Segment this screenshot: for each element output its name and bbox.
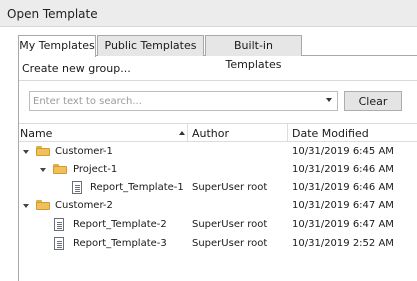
tree-row-report-template-3[interactable]: Report_Template-3 SuperUser root 10/31/2… [19,235,417,253]
row-date: 10/31/2019 2:52 AM [292,238,394,249]
sort-ascending-icon [179,131,185,135]
tree-row-report-template-2[interactable]: Report_Template-2 SuperUser root 10/31/2… [19,216,417,234]
row-date: 10/31/2019 6:45 AM [292,146,394,157]
row-date: 10/31/2019 6:47 AM [292,200,394,211]
row-name: Report_Template-2 [73,219,167,230]
expand-chevron-icon[interactable] [40,168,46,172]
title-bar: Open Template [0,0,417,27]
row-author: SuperUser root [192,219,268,230]
column-divider[interactable] [187,124,188,142]
tab-built-in-templates[interactable]: Built-in Templates [205,35,302,71]
column-name[interactable]: Name [20,127,52,140]
row-name: Report_Template-1 [90,182,184,193]
template-document-icon [54,237,64,250]
window-title: Open Template [7,7,98,21]
folder-icon [36,146,50,156]
column-author[interactable]: Author [192,127,229,140]
row-name: Project-1 [73,164,118,175]
template-document-icon [72,181,82,194]
column-date-modified[interactable]: Date Modified [292,127,369,140]
search-dropdown-icon[interactable] [326,98,332,102]
expand-chevron-icon[interactable] [23,204,29,208]
row-name: Customer-1 [55,146,113,157]
row-author: SuperUser root [192,182,268,193]
row-author: SuperUser root [192,238,268,249]
row-date: 10/31/2019 6:46 AM [292,164,394,175]
row-name: Customer-2 [55,200,113,211]
tree-row-customer-2[interactable]: Customer-2 10/31/2019 6:47 AM [19,197,417,215]
column-header: Name Author Date Modified [19,123,417,142]
tab-my-templates[interactable]: My Templates [18,35,96,57]
tree-row-report-template-1[interactable]: Report_Template-1 SuperUser root 10/31/2… [19,179,417,197]
tab-public-templates[interactable]: Public Templates [97,35,204,56]
column-divider[interactable] [287,124,288,142]
row-date: 10/31/2019 6:47 AM [292,219,394,230]
expand-chevron-icon[interactable] [23,150,29,154]
template-document-icon [54,218,64,231]
tree-row-project-1[interactable]: Project-1 10/31/2019 6:46 AM [19,161,417,179]
row-date: 10/31/2019 6:46 AM [292,182,394,193]
row-name: Report_Template-3 [73,238,167,249]
divider [19,80,417,81]
tree-row-customer-1[interactable]: Customer-1 10/31/2019 6:45 AM [19,143,417,161]
clear-button[interactable]: Clear [344,91,402,111]
folder-icon [36,200,50,210]
create-new-group-link[interactable]: Create new group... [22,62,131,75]
folder-icon [53,164,67,174]
search-input[interactable] [29,91,338,111]
